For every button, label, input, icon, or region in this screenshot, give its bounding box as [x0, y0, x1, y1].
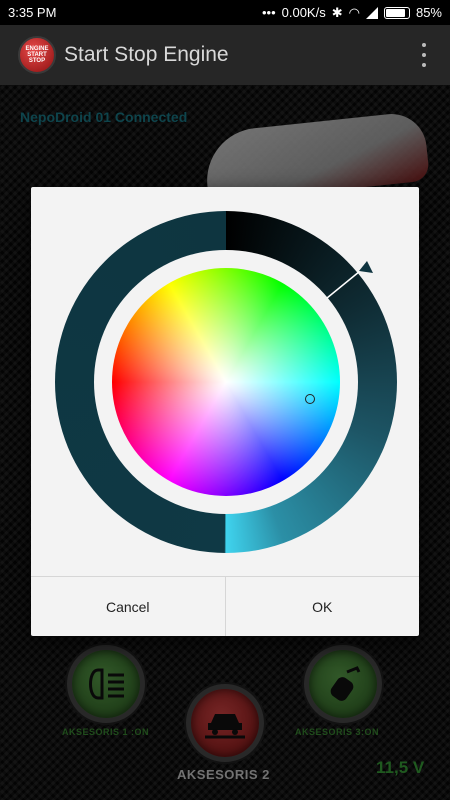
overflow-menu-icon[interactable]	[422, 43, 426, 67]
app-bar: ENGINE START STOP Start Stop Engine	[0, 25, 450, 85]
status-time: 3:35 PM	[8, 5, 57, 20]
network-speed: 0.00K/s	[281, 5, 326, 20]
hue-saturation-wheel[interactable]	[112, 268, 340, 496]
color-picker-area	[31, 187, 419, 576]
app-title: Start Stop Engine	[64, 43, 229, 66]
color-picker-dialog: Cancel OK	[31, 187, 419, 636]
ring-selector-handle[interactable]	[351, 255, 373, 277]
status-icons: ••• 0.00K/s ✱ ◠ 85%	[262, 5, 442, 21]
ok-button[interactable]: OK	[224, 577, 420, 636]
status-bar: 3:35 PM ••• 0.00K/s ✱ ◠ 85%	[0, 0, 450, 25]
app-logo: ENGINE START STOP	[18, 36, 56, 74]
signal-icon	[365, 6, 378, 19]
battery-icon	[383, 6, 410, 19]
wifi-icon: ◠	[348, 4, 360, 20]
dots-icon: •••	[261, 5, 276, 20]
wheel-selector-handle[interactable]	[305, 394, 315, 404]
cancel-button[interactable]: Cancel	[31, 577, 225, 636]
app-logo-text: ENGINE START STOP	[25, 46, 49, 64]
battery-percent: 85%	[415, 5, 442, 20]
bluetooth-icon: ✱	[331, 4, 343, 20]
dialog-buttons: Cancel OK	[31, 576, 419, 636]
